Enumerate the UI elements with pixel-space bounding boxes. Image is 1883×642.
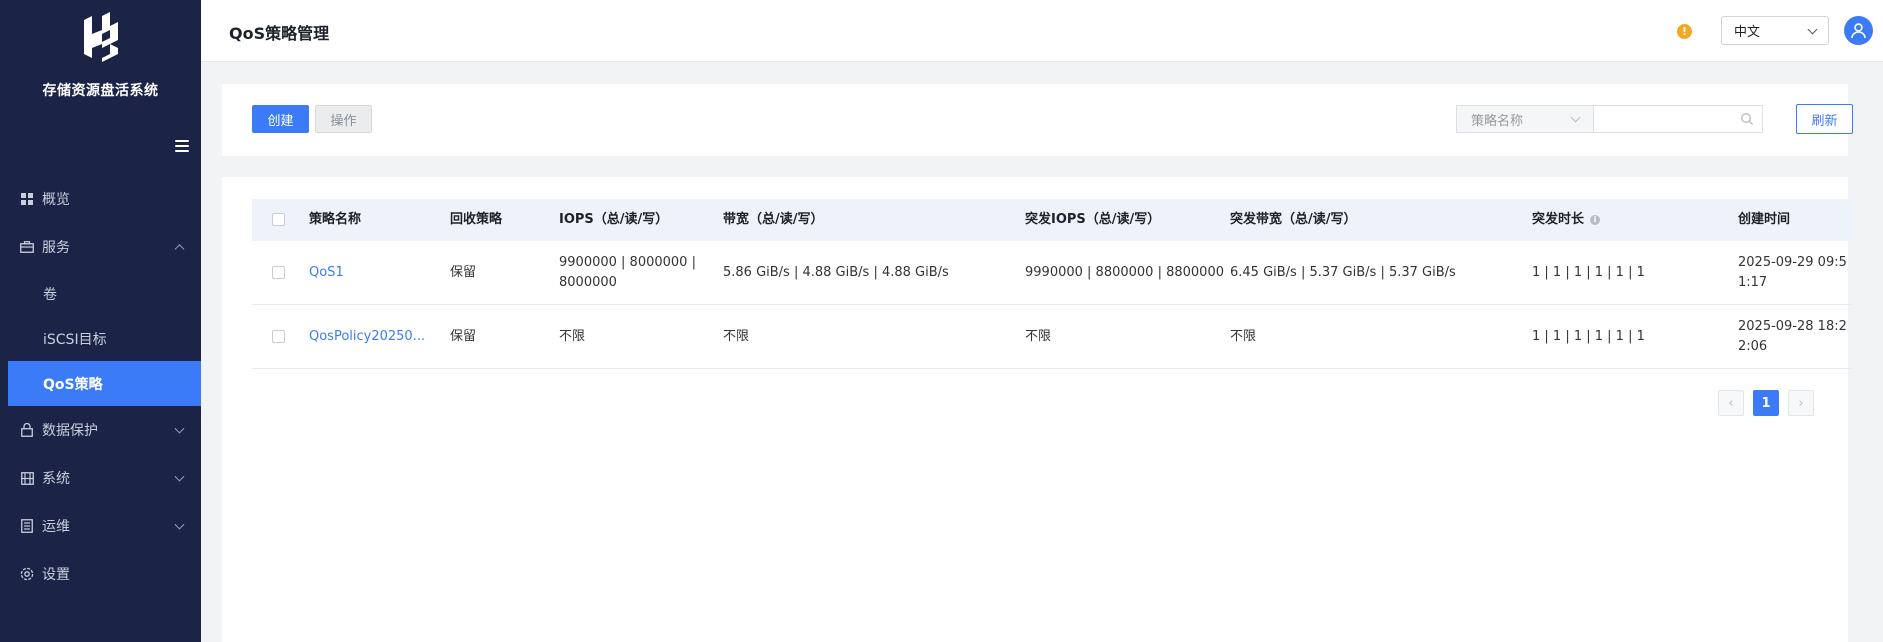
- menu-collapse-icon[interactable]: [175, 140, 189, 152]
- document-list-icon: [20, 519, 34, 533]
- sidebar-item-operations[interactable]: 运维: [0, 502, 201, 550]
- created-cell: 2025-09-28 18:22:06: [1738, 318, 1847, 354]
- column-header-burst-duration: 突发时长 i: [1532, 199, 1601, 241]
- burst-duration-cell: 1 | 1 | 1 | 1 | 1 | 1: [1532, 328, 1645, 344]
- sidebar-item-service[interactable]: 服务: [0, 223, 201, 271]
- sidebar-subitem-qos-policy[interactable]: QoS策略: [8, 361, 201, 406]
- sidebar-subitem-iscsi-target[interactable]: iSCSI目标: [0, 316, 201, 361]
- toolbar-card: 创建 操作 策略名称 刷新: [222, 84, 1853, 156]
- pagination-page-button[interactable]: 1: [1753, 390, 1779, 416]
- lock-icon: [20, 423, 34, 437]
- chevron-down-icon: [174, 471, 185, 482]
- filter-field-select[interactable]: 策略名称: [1456, 105, 1594, 133]
- create-button[interactable]: 创建: [252, 105, 309, 133]
- policy-name-link[interactable]: QoS1: [309, 263, 344, 283]
- table-header: 策略名称 回收策略 IOPS（总/读/写） 带宽（总/读/写） 突发IOPS（总…: [252, 199, 1852, 241]
- chevron-down-icon: [174, 423, 185, 434]
- sidebar-item-overview[interactable]: 概览: [0, 175, 201, 223]
- burst-bandwidth-cell: 6.45 GiB/s | 5.37 GiB/s | 5.37 GiB/s: [1230, 264, 1456, 280]
- pagination-prev-button[interactable]: ‹: [1718, 390, 1744, 416]
- hb-logo-icon: [83, 12, 118, 62]
- user-avatar-icon[interactable]: [1844, 16, 1873, 45]
- table-card: 策略名称 回收策略 IOPS（总/读/写） 带宽（总/读/写） 突发IOPS（总…: [222, 177, 1852, 642]
- iops-cell: 9900000 | 8000000 | 8000000: [559, 254, 696, 290]
- sidebar-item-label: 系统: [42, 471, 70, 487]
- sidebar-menu: 概览 服务 卷 iSCSI目标 QoS策略 数据保护 系统 运维 设置: [0, 175, 201, 598]
- filter-field-value: 策略名称: [1471, 113, 1524, 129]
- chevron-down-icon: [1807, 24, 1818, 35]
- burst-iops-cell: 不限: [1025, 328, 1052, 344]
- column-header-label: 突发时长: [1532, 212, 1585, 227]
- column-header-name: 策略名称: [309, 212, 362, 227]
- column-header-created: 创建时间: [1738, 212, 1791, 227]
- sidebar-item-system[interactable]: 系统: [0, 454, 201, 502]
- grid-icon: [20, 192, 34, 206]
- gear-icon: [20, 567, 34, 581]
- sidebar: 存储资源盘活系统 概览 服务 卷 iSCSI目标 QoS策略 数据保护 系统 运…: [0, 0, 201, 642]
- page-title: QoS策略管理: [229, 24, 330, 43]
- bandwidth-cell: 不限: [723, 328, 750, 344]
- language-select[interactable]: 中文: [1721, 16, 1829, 45]
- chevron-up-icon: [174, 244, 185, 255]
- row-checkbox[interactable]: [272, 265, 285, 279]
- warning-icon[interactable]: !: [1677, 24, 1692, 39]
- info-icon[interactable]: i: [1590, 215, 1601, 225]
- sidebar-item-settings[interactable]: 设置: [0, 550, 201, 598]
- sidebar-item-label: 服务: [42, 240, 70, 256]
- sidebar-item-label: 运维: [42, 519, 70, 535]
- sidebar-item-data-protection[interactable]: 数据保护: [0, 406, 201, 454]
- sidebar-item-label: 数据保护: [42, 423, 98, 439]
- search-input[interactable]: [1594, 106, 1734, 132]
- row-checkbox[interactable]: [272, 329, 285, 343]
- table-row: QosPolicy20250... 保留 不限 不限 不限 不限 1 | 1 |…: [252, 305, 1852, 369]
- iops-cell: 不限: [559, 328, 586, 344]
- select-all-checkbox[interactable]: [272, 213, 285, 226]
- search-box: [1593, 105, 1763, 133]
- created-cell: 2025-09-29 09:51:17: [1738, 254, 1847, 290]
- top-header: QoS策略管理 ! 中文: [201, 0, 1883, 62]
- chevron-down-icon: [1570, 112, 1581, 123]
- brand-name: 存储资源盘活系统: [42, 83, 159, 99]
- burst-iops-cell: 9990000 | 8800000 | 8800000: [1025, 264, 1224, 280]
- language-value: 中文: [1734, 25, 1761, 40]
- refresh-button[interactable]: 刷新: [1796, 104, 1853, 134]
- logo-area: 存储资源盘活系统: [0, 0, 201, 140]
- table-row: QoS1 保留 9900000 | 8000000 | 8000000 5.86…: [252, 241, 1852, 305]
- pagination-next-button[interactable]: ›: [1788, 390, 1814, 416]
- policy-name-link[interactable]: QosPolicy20250...: [309, 327, 425, 347]
- film-icon: [20, 471, 34, 485]
- burst-bandwidth-cell: 不限: [1230, 328, 1257, 344]
- sidebar-item-label: 概览: [42, 192, 70, 208]
- column-header-burst-bandwidth: 突发带宽（总/读/写）: [1230, 212, 1357, 227]
- burst-duration-cell: 1 | 1 | 1 | 1 | 1 | 1: [1532, 264, 1645, 280]
- column-header-iops: IOPS（总/读/写）: [559, 212, 669, 227]
- operate-button[interactable]: 操作: [315, 105, 372, 133]
- column-header-bandwidth: 带宽（总/读/写）: [723, 212, 824, 227]
- column-header-burst-iops: 突发IOPS（总/读/写）: [1025, 212, 1161, 227]
- sidebar-item-label: 设置: [42, 567, 70, 583]
- reclaim-cell: 保留: [450, 264, 477, 280]
- search-icon[interactable]: [1740, 112, 1754, 126]
- column-header-reclaim: 回收策略: [450, 212, 503, 227]
- sidebar-subitem-volume[interactable]: 卷: [0, 271, 201, 316]
- reclaim-cell: 保留: [450, 328, 477, 344]
- bandwidth-cell: 5.86 GiB/s | 4.88 GiB/s | 4.88 GiB/s: [723, 264, 949, 280]
- chevron-down-icon: [174, 519, 185, 530]
- briefcase-icon: [20, 240, 34, 254]
